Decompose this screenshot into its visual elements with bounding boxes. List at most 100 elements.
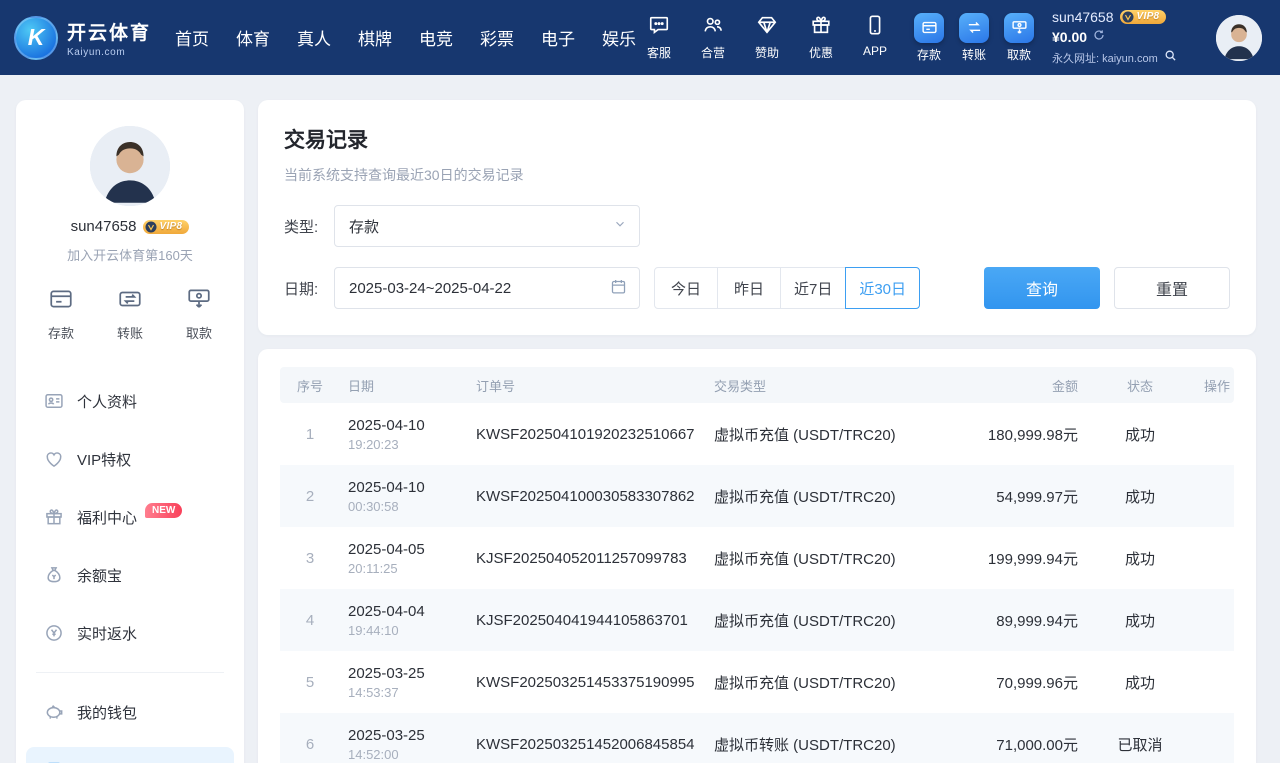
sidebar-transfer-label: 转账 [117, 323, 143, 342]
partners-icon [702, 14, 724, 41]
cell-status: 成功 [1086, 548, 1194, 569]
search-icon[interactable] [1164, 49, 1177, 67]
type-select-value: 存款 [349, 216, 379, 237]
deposit-icon [48, 286, 74, 317]
sidebar-item-transaction-records[interactable]: 交易记录 [26, 747, 234, 763]
nav-item-lottery[interactable]: 彩票 [480, 25, 514, 50]
range-7days-button[interactable]: 近7日 [780, 267, 846, 309]
sidebar-withdraw-button[interactable]: 取款 [186, 286, 212, 342]
search-button[interactable]: 查询 [984, 267, 1100, 309]
sponsor-link[interactable]: 赞助 [748, 14, 786, 61]
app-link[interactable]: APP [856, 14, 894, 61]
support-link[interactable]: 客服 [640, 14, 678, 61]
promotions-link[interactable]: 优惠 [802, 14, 840, 61]
cell-type: 虚拟币充值 (USDT/TRC20) [706, 486, 974, 507]
brand-name: 开云体育 [67, 18, 151, 45]
user-avatar[interactable] [1216, 15, 1262, 61]
cell-amount: 199,999.94元 [974, 548, 1086, 569]
cell-order-no: KWSF202503251453375190995 [468, 674, 706, 691]
date-range-input[interactable]: 2025-03-24~2025-04-22 [334, 267, 640, 309]
transfer-icon [117, 286, 143, 317]
cell-no: 1 [280, 426, 340, 443]
col-header-date: 日期 [340, 376, 468, 395]
reset-button[interactable]: 重置 [1114, 267, 1230, 309]
new-badge: NEW [145, 503, 182, 518]
sidebar-withdraw-label: 取款 [186, 323, 212, 342]
app-label: APP [863, 44, 887, 58]
support-label: 客服 [647, 44, 671, 61]
page-subtitle: 当前系统支持查询最近30日的交易记录 [284, 165, 1230, 185]
nav-item-live-casino[interactable]: 真人 [297, 25, 331, 50]
cell-no: 6 [280, 736, 340, 753]
refresh-balance-icon[interactable] [1093, 28, 1105, 46]
cell-amount: 54,999.97元 [974, 486, 1086, 507]
range-30days-button[interactable]: 近30日 [845, 267, 920, 309]
sidebar-deposit-label: 存款 [48, 323, 74, 342]
table-row: 3 2025-04-05 20:11:25 KJSF20250405201125… [280, 527, 1234, 589]
vip-badge-label: VIP8 [1137, 11, 1160, 22]
header-user-block: sun47658 VIP8 ¥0.00 永久网址: kaiyun.com [1052, 9, 1204, 67]
cell-type: 虚拟币充值 (USDT/TRC20) [706, 610, 974, 631]
col-header-order: 订单号 [468, 376, 706, 395]
sidebar-item-label: 余额宝 [77, 565, 122, 586]
cell-order-no: KWSF202504101920232510667 [468, 426, 706, 443]
type-select[interactable]: 存款 [334, 205, 640, 247]
vip-privilege-icon [44, 449, 64, 469]
cell-type: 虚拟币转账 (USDT/TRC20) [706, 734, 974, 755]
nav-item-chess[interactable]: 棋牌 [358, 25, 392, 50]
rebate-coin-icon [44, 623, 64, 643]
nav-item-entertainment[interactable]: 娱乐 [602, 25, 636, 50]
sidebar-item-profile[interactable]: 个人资料 [16, 372, 244, 430]
sidebar-item-wallet[interactable]: 我的钱包 [16, 683, 244, 741]
cell-type: 虚拟币充值 (USDT/TRC20) [706, 672, 974, 693]
sponsor-gem-icon [756, 14, 778, 41]
range-today-button[interactable]: 今日 [654, 267, 718, 309]
col-header-status: 状态 [1086, 376, 1194, 395]
main-content: 交易记录 当前系统支持查询最近30日的交易记录 类型: 存款 日期: 2025-… [258, 100, 1256, 763]
nav-item-sports[interactable]: 体育 [236, 25, 270, 50]
withdraw-icon [186, 286, 212, 317]
cell-order-no: KJSF202504041944105863701 [468, 612, 706, 629]
deposit-button[interactable]: 存款 [914, 13, 944, 63]
sidebar-divider [36, 672, 224, 673]
main-nav: 首页 体育 真人 棋牌 电竞 彩票 电子 娱乐 [175, 25, 636, 50]
profile-sidebar: sun47658 VIP8 加入开云体育第160天 存款 转账 [16, 100, 244, 763]
cell-status: 成功 [1086, 610, 1194, 631]
header-username[interactable]: sun47658 [1052, 9, 1114, 25]
withdraw-icon [1004, 13, 1034, 43]
cell-status: 成功 [1086, 672, 1194, 693]
filter-card: 交易记录 当前系统支持查询最近30日的交易记录 类型: 存款 日期: 2025-… [258, 100, 1256, 335]
brand-logo[interactable]: K 开云体育 Kaiyun.com [14, 16, 151, 60]
brand-logo-icon: K [14, 16, 58, 60]
sidebar-item-label: VIP特权 [77, 449, 131, 470]
nav-item-esports[interactable]: 电竞 [419, 25, 453, 50]
col-header-type: 交易类型 [706, 376, 974, 395]
transfer-button[interactable]: 转账 [959, 13, 989, 63]
calendar-icon [610, 278, 627, 299]
sidebar-deposit-button[interactable]: 存款 [48, 286, 74, 342]
support-chat-icon [648, 14, 670, 41]
range-yesterday-button[interactable]: 昨日 [717, 267, 781, 309]
sidebar-item-vip[interactable]: VIP特权 [16, 430, 244, 488]
sidebar-item-welfare[interactable]: 福利中心 NEW [16, 488, 244, 546]
cell-date: 2025-04-04 19:44:10 [340, 603, 468, 638]
withdraw-button[interactable]: 取款 [1004, 13, 1034, 63]
table-row: 1 2025-04-10 19:20:23 KWSF20250410192023… [280, 403, 1234, 465]
sidebar-transfer-button[interactable]: 转账 [117, 286, 143, 342]
cell-no: 3 [280, 550, 340, 567]
sidebar-item-rebate[interactable]: 实时返水 [16, 604, 244, 662]
vip-badge: VIP8 [1120, 10, 1167, 24]
sidebar-item-yuebao[interactable]: 余额宝 [16, 546, 244, 604]
partnership-link[interactable]: 合营 [694, 14, 732, 61]
table-row: 5 2025-03-25 14:53:37 KWSF20250325145337… [280, 651, 1234, 713]
deposit-label: 存款 [917, 46, 941, 63]
cell-amount: 180,999.98元 [974, 424, 1086, 445]
cell-order-no: KWSF202503251452006845854 [468, 736, 706, 753]
nav-item-home[interactable]: 首页 [175, 25, 209, 50]
cell-status: 成功 [1086, 424, 1194, 445]
sidebar-item-label: 实时返水 [77, 623, 137, 644]
nav-item-slots[interactable]: 电子 [541, 25, 575, 50]
cell-order-no: KJSF202504052011257099783 [468, 550, 706, 567]
brand-domain: Kaiyun.com [67, 47, 151, 58]
top-header: K 开云体育 Kaiyun.com 首页 体育 真人 棋牌 电竞 彩票 电子 娱… [0, 0, 1280, 75]
